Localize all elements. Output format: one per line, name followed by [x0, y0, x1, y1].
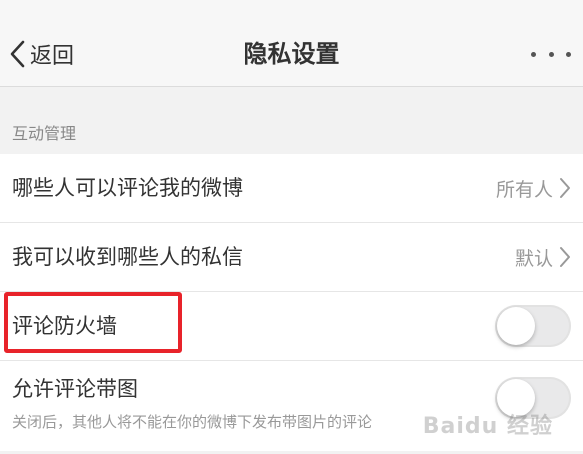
setting-label: 允许评论带图 [12, 377, 138, 401]
chevron-right-icon [560, 178, 570, 198]
page-title: 隐私设置 [243, 40, 340, 68]
section-label: 互动管理 [12, 124, 77, 143]
setting-row-comment-firewall: 评论防火墙 [0, 292, 583, 361]
ellipsis-icon [531, 51, 536, 57]
ellipsis-icon [566, 51, 571, 57]
setting-row-allow-comment-images: 允许评论带图 关闭后，其他人将不能在你的微博下发布带图片的评论 [0, 361, 583, 451]
toggle-knob [497, 307, 535, 345]
more-options-button[interactable] [531, 40, 571, 68]
setting-label: 哪些人可以评论我的微博 [12, 176, 243, 200]
comment-firewall-toggle[interactable] [495, 305, 571, 347]
setting-value: 默认 [514, 247, 553, 270]
setting-row-who-can-comment[interactable]: 哪些人可以评论我的微博 所有人 [0, 154, 583, 223]
setting-value-group: 所有人 [496, 154, 571, 222]
setting-value-group: 默认 [515, 223, 571, 291]
navigation-bar: 返回 隐私设置 [0, 0, 583, 87]
settings-list: 哪些人可以评论我的微博 所有人 我可以收到哪些人的私信 默认 评论防火墙 允许评… [0, 154, 583, 451]
section-header [0, 87, 583, 154]
setting-row-private-messages[interactable]: 我可以收到哪些人的私信 默认 [0, 223, 583, 292]
setting-value: 所有人 [495, 178, 553, 201]
setting-label: 评论防火墙 [12, 314, 117, 338]
setting-label: 我可以收到哪些人的私信 [12, 245, 243, 269]
setting-description: 关闭后，其他人将不能在你的微博下发布带图片的评论 [12, 413, 373, 431]
allow-comment-images-toggle[interactable] [495, 377, 571, 419]
chevron-right-icon [560, 247, 570, 267]
ellipsis-icon [548, 51, 554, 57]
toggle-knob [497, 379, 535, 417]
